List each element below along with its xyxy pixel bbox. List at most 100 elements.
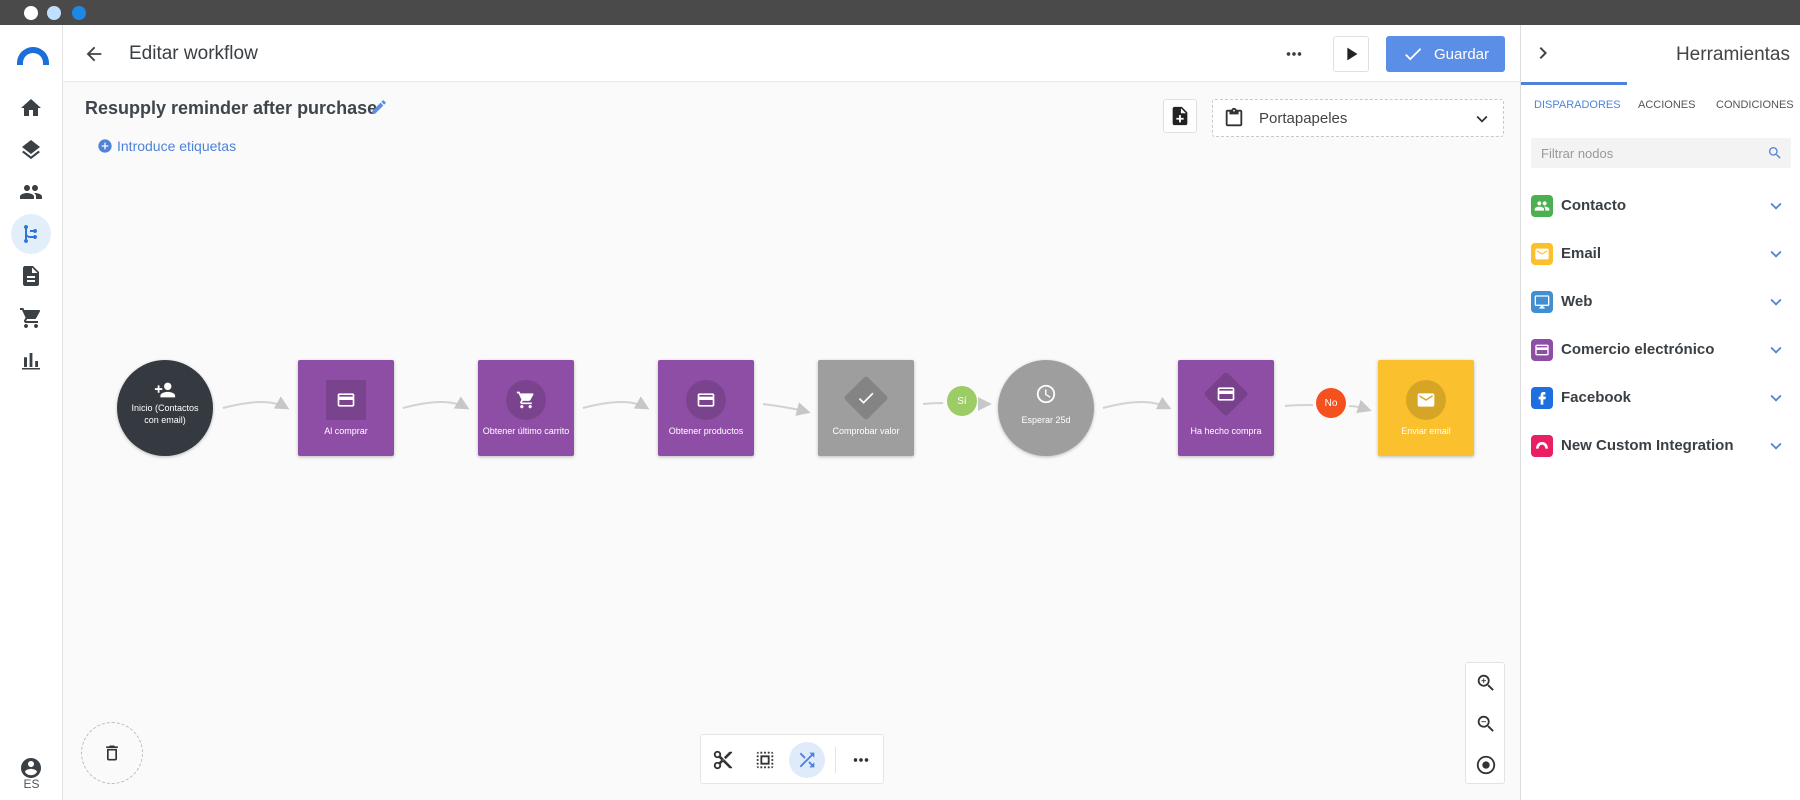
cart-icon	[20, 308, 41, 328]
chevron-down-icon	[1770, 394, 1782, 402]
branch-badge-no: No	[1316, 388, 1346, 418]
tab-acciones[interactable]: ACCIONES	[1638, 99, 1695, 111]
back-button[interactable]	[81, 41, 107, 67]
language-label[interactable]: ES	[0, 777, 63, 791]
node-obtener-carrito[interactable]: Obtener último carrito	[478, 360, 574, 456]
node-obtener-productos[interactable]: Obtener productos	[658, 360, 754, 456]
pencil-icon	[372, 100, 386, 114]
add-circle-icon	[98, 139, 112, 153]
node-al-comprar[interactable]: Al comprar	[298, 360, 394, 456]
window-minimize-dot[interactable]	[47, 6, 61, 20]
monitor-icon	[1531, 291, 1553, 313]
connector-1	[222, 396, 290, 410]
more-options-button[interactable]	[1279, 41, 1309, 67]
category-label: Web	[1561, 293, 1593, 310]
chevron-down-icon	[1770, 298, 1782, 306]
panel-title: Herramientas	[1675, 44, 1790, 65]
category-new-custom-integration[interactable]: New Custom Integration	[1521, 425, 1800, 465]
tab-disparadores[interactable]: DISPARADORES	[1534, 99, 1621, 111]
window-close-dot[interactable]	[24, 6, 38, 20]
chevron-down-icon	[1770, 442, 1782, 450]
add-note-button[interactable]	[1163, 99, 1197, 133]
node-label: Esperar 25d	[1021, 415, 1071, 425]
nav-layers[interactable]	[11, 130, 51, 170]
chevron-down-icon	[1770, 202, 1782, 210]
add-tags-label: Introduce etiquetas	[117, 138, 237, 154]
clock-icon	[1034, 382, 1058, 406]
credit-card-icon	[1531, 339, 1553, 361]
category-comercio-electronico[interactable]: Comercio electrónico	[1521, 329, 1800, 369]
toolbar-more-button[interactable]	[843, 742, 879, 778]
nav-contacts[interactable]	[11, 172, 51, 212]
workflow-canvas[interactable]: Resupply reminder after purchase Introdu…	[63, 82, 1520, 800]
layers-icon	[22, 140, 40, 160]
category-facebook[interactable]: Facebook	[1521, 377, 1800, 417]
category-contacto[interactable]: Contacto	[1521, 185, 1800, 225]
connector-9	[1348, 399, 1372, 414]
people-icon	[1531, 195, 1553, 217]
cut-tool[interactable]	[705, 742, 741, 778]
filter-nodes-input[interactable]	[1531, 138, 1761, 168]
credit-card-icon	[686, 380, 726, 420]
tab-condiciones[interactable]: CONDICIONES	[1716, 99, 1794, 111]
select-all-tool[interactable]	[747, 742, 783, 778]
connector-4	[762, 402, 811, 416]
add-tags-link[interactable]: Introduce etiquetas	[97, 138, 236, 154]
nav-home[interactable]	[11, 88, 51, 128]
category-web[interactable]: Web	[1521, 281, 1800, 321]
search-icon	[1769, 147, 1781, 159]
node-label: Ha hecho compra	[1190, 426, 1262, 436]
toolbar-divider	[835, 747, 836, 773]
category-label: Contacto	[1561, 197, 1626, 214]
app-logo[interactable]	[17, 47, 49, 65]
clipboard-icon	[1225, 107, 1243, 127]
nav-reports[interactable]	[11, 340, 51, 380]
category-email[interactable]: Email	[1521, 233, 1800, 273]
node-comprobar-valor[interactable]: Comprobar valor	[818, 360, 914, 456]
node-label: Obtener último carrito	[482, 426, 570, 436]
node-enviar-email[interactable]: Enviar email	[1378, 360, 1474, 456]
target-icon	[1476, 755, 1496, 775]
nav-ecommerce[interactable]	[11, 298, 51, 338]
document-icon	[23, 266, 39, 286]
node-inicio[interactable]: Inicio (Contactos con email)	[117, 360, 213, 456]
chevron-down-icon	[1770, 346, 1782, 354]
save-button[interactable]: Guardar	[1386, 36, 1505, 72]
category-label: Email	[1561, 245, 1602, 262]
delete-dropzone[interactable]	[81, 722, 143, 784]
zoom-out-button[interactable]	[1474, 712, 1498, 736]
node-ha-hecho-compra[interactable]: Ha hecho compra	[1178, 360, 1274, 456]
node-esperar[interactable]: Esperar 25d	[998, 360, 1094, 456]
scissors-icon	[713, 750, 733, 770]
filter-nodes-field	[1531, 138, 1791, 168]
bar-chart-icon	[22, 353, 40, 370]
auto-arrange-tool[interactable]	[789, 742, 825, 778]
canvas-toolbar	[700, 734, 884, 784]
connector-7	[1102, 396, 1172, 410]
collapse-panel-button[interactable]	[1531, 41, 1555, 65]
editor-header: Editar workflow Guardar	[63, 25, 1520, 82]
center-view-button[interactable]	[1474, 753, 1498, 777]
window-maximize-dot[interactable]	[72, 6, 86, 20]
zoom-controls	[1465, 662, 1505, 784]
chevron-down-icon	[1476, 115, 1488, 123]
clipboard-dropdown[interactable]: Portapapeles	[1212, 99, 1504, 137]
nav-documents[interactable]	[11, 256, 51, 296]
play-icon	[1347, 47, 1358, 61]
home-icon	[21, 99, 41, 116]
category-label: Comercio electrónico	[1561, 341, 1715, 358]
chevron-down-icon	[1770, 250, 1782, 258]
integration-icon	[1531, 435, 1553, 457]
run-test-button[interactable]	[1333, 36, 1369, 72]
category-label: Facebook	[1561, 389, 1632, 406]
nav-workflows[interactable]	[11, 214, 51, 254]
branch-badge-yes: Sí	[947, 386, 977, 416]
workflow-icon	[24, 225, 38, 244]
zoom-in-button[interactable]	[1474, 671, 1498, 695]
node-label: Comprobar valor	[832, 426, 900, 436]
left-nav: ES	[0, 25, 63, 800]
connector-8	[1284, 404, 1314, 407]
edit-workflow-name-button[interactable]	[370, 98, 388, 116]
more-horizontal-icon	[1286, 52, 1302, 56]
connector-2	[402, 396, 470, 410]
